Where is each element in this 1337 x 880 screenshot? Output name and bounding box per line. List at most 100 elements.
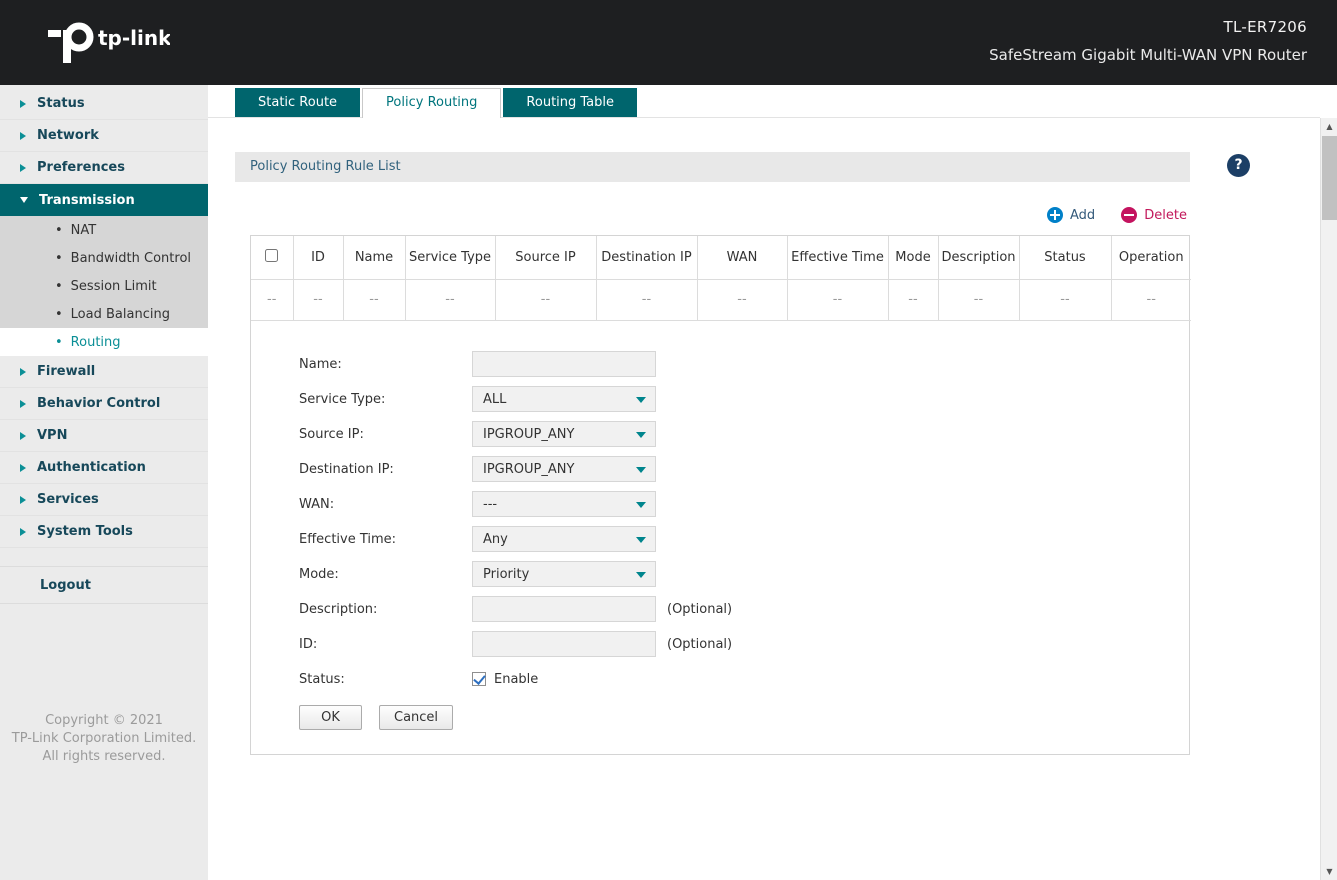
empty-cell: -- [1111,279,1191,321]
tab-static-route[interactable]: Static Route [235,88,361,117]
id-input[interactable] [472,631,656,657]
name-input[interactable] [472,351,656,377]
form-buttons: OK Cancel [299,704,1189,730]
empty-cell: -- [405,279,496,321]
column-header-destination-ip: Destination IP [596,236,698,280]
policy-routing-panel: ID Name Service Type Source IP Destinati… [250,235,1191,755]
cancel-button[interactable]: Cancel [379,704,454,730]
sidebar-item-label: Behavior Control [37,396,161,411]
section-title: Policy Routing Rule List [250,159,401,174]
scrollbar-thumb[interactable] [1322,136,1337,220]
tab-policy-routing[interactable]: Policy Routing [362,88,502,118]
form-row-effective-time: Effective Time: Any [299,522,1189,557]
scroll-down-arrow-icon[interactable]: ▼ [1321,863,1337,880]
logout-button[interactable]: Logout [0,566,208,604]
effective-time-select[interactable]: Any [472,526,656,552]
mode-select[interactable]: Priority [472,561,656,587]
tab-label: Static Route [258,95,338,110]
form-row-mode: Mode: Priority [299,557,1189,592]
sidebar-subitem-nat[interactable]: NAT [0,216,208,244]
wan-value: --- [483,496,498,512]
tab-label: Routing Table [526,95,615,110]
sidebar-item-label: Transmission [39,192,135,208]
select-all-checkbox[interactable] [265,248,279,262]
top-header: tp-link TL-ER7206 SafeStream Gigabit Mul… [0,0,1337,85]
column-header-status: Status [1019,236,1112,280]
empty-cell: -- [938,279,1020,321]
sidebar-item-services[interactable]: Services [0,484,208,516]
destination-ip-select[interactable]: IPGROUP_ANY [472,456,656,482]
add-button[interactable]: Add [1046,207,1095,223]
destination-ip-label: Destination IP: [299,461,394,477]
sidebar-item-label: VPN [37,428,68,443]
wan-label: WAN: [299,496,335,512]
sidebar-subitem-label: Load Balancing [70,306,170,322]
vertical-scrollbar[interactable]: ▲ ▼ [1320,118,1337,880]
plus-circle-icon [1046,207,1063,223]
form-row-id: ID: (Optional) [299,627,1189,662]
tab-routing-table[interactable]: Routing Table [503,88,638,117]
enable-label: Enable [494,671,539,687]
column-header-source-ip: Source IP [495,236,597,280]
help-glyph: ? [1234,157,1243,173]
service-type-select[interactable]: ALL [472,386,656,412]
source-ip-select[interactable]: IPGROUP_ANY [472,421,656,447]
copyright-line: All rights reserved. [42,749,166,764]
empty-cell: -- [787,279,889,321]
description-optional-note: (Optional) [667,601,733,617]
section-title-bar: Policy Routing Rule List [235,152,1190,182]
sidebar-item-status[interactable]: Status [0,88,208,120]
chevron-right-icon [20,99,26,108]
help-icon[interactable]: ? [1227,154,1250,177]
copyright-notice: Copyright © 2021 TP-Link Corporation Lim… [0,712,208,766]
sidebar-item-firewall[interactable]: Firewall [0,356,208,388]
description-label: Description: [299,601,378,617]
id-optional-note: (Optional) [667,636,733,652]
enable-checkbox[interactable] [472,672,486,686]
empty-cell: -- [251,279,294,321]
rule-form: Name: Service Type: ALL Source IP: IPGRO… [299,347,1189,730]
column-header-mode: Mode [888,236,939,280]
sidebar-item-system-tools[interactable]: System Tools [0,516,208,548]
column-header-id: ID [293,236,344,280]
form-row-destination-ip: Destination IP: IPGROUP_ANY [299,452,1189,487]
chevron-right-icon [20,495,26,504]
empty-cell: -- [343,279,406,321]
sidebar-item-transmission[interactable]: Transmission [0,184,208,216]
id-label: ID: [299,636,318,652]
sidebar-item-label: Network [37,128,99,143]
sidebar-item-network[interactable]: Network [0,120,208,152]
dropdown-arrow-icon [636,432,646,438]
ok-button[interactable]: OK [299,704,362,730]
empty-cell: -- [697,279,788,321]
sidebar-item-authentication[interactable]: Authentication [0,452,208,484]
service-type-value: ALL [483,391,507,407]
sidebar-subitem-load-balancing[interactable]: Load Balancing [0,300,208,328]
scroll-up-arrow-icon[interactable]: ▲ [1321,118,1337,135]
minus-circle-icon [1121,207,1138,223]
column-header-effective-time: Effective Time [787,236,889,280]
sidebar-subitem-routing[interactable]: Routing [0,328,208,356]
sidebar-item-vpn[interactable]: VPN [0,420,208,452]
name-label: Name: [299,356,342,372]
header-device-info: TL-ER7206 SafeStream Gigabit Multi-WAN V… [989,18,1307,64]
form-row-service-type: Service Type: ALL [299,382,1189,417]
sidebar-item-label: Firewall [37,364,96,379]
sidebar-item-behavior-control[interactable]: Behavior Control [0,388,208,420]
source-ip-value: IPGROUP_ANY [483,426,575,442]
source-ip-label: Source IP: [299,426,364,442]
table-header-row: ID Name Service Type Source IP Destinati… [251,236,1191,280]
wan-select[interactable]: --- [472,491,656,517]
sidebar-item-preferences[interactable]: Preferences [0,152,208,184]
sidebar-subitem-session-limit[interactable]: Session Limit [0,272,208,300]
copyright-line: TP-Link Corporation Limited. [11,731,197,746]
empty-cell: -- [495,279,597,321]
chevron-right-icon [20,367,26,376]
delete-button[interactable]: Delete [1121,207,1187,223]
column-header-wan: WAN [697,236,788,280]
sidebar-subitem-bandwidth-control[interactable]: Bandwidth Control [0,244,208,272]
sidebar-item-label: Services [37,492,99,507]
sidebar-item-label: System Tools [37,524,133,539]
description-input[interactable] [472,596,656,622]
tab-label: Policy Routing [386,95,478,110]
